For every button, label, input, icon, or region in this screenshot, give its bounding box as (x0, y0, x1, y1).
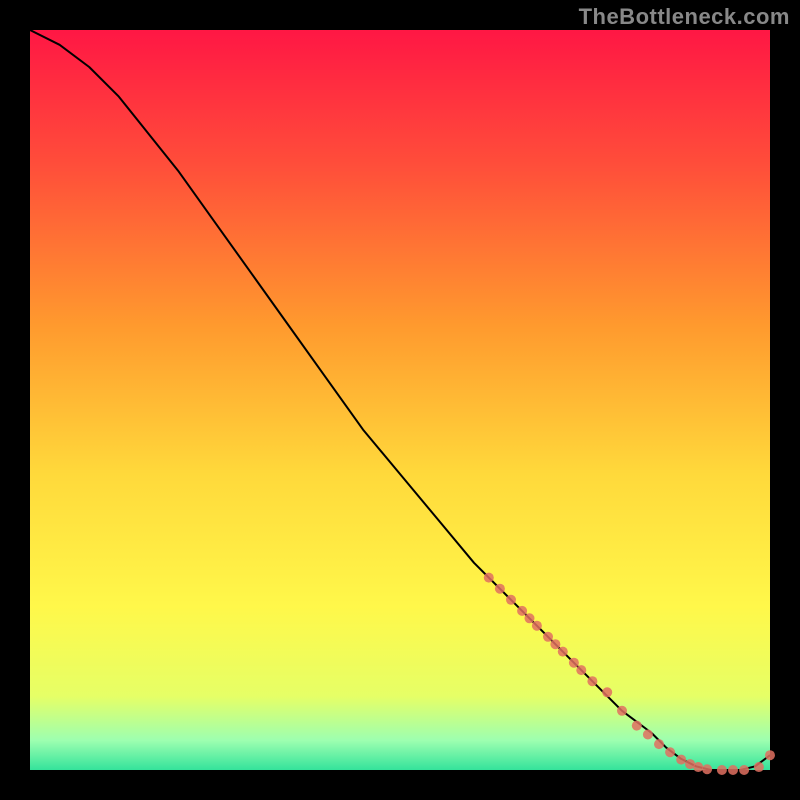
scatter-point (543, 632, 553, 642)
scatter-point (569, 658, 579, 668)
scatter-point (550, 639, 560, 649)
scatter-point (576, 665, 586, 675)
scatter-point (602, 687, 612, 697)
watermark-text: TheBottleneck.com (579, 4, 790, 30)
scatter-point (525, 613, 535, 623)
scatter-point (739, 765, 749, 775)
plot-background (30, 30, 770, 770)
scatter-point (532, 621, 542, 631)
chart-stage: TheBottleneck.com (0, 0, 800, 800)
scatter-point (728, 765, 738, 775)
scatter-point (754, 762, 764, 772)
scatter-point (484, 573, 494, 583)
scatter-point (765, 750, 775, 760)
scatter-point (693, 762, 703, 772)
scatter-point (587, 676, 597, 686)
scatter-point (702, 764, 712, 774)
scatter-point (495, 584, 505, 594)
scatter-point (632, 721, 642, 731)
scatter-point (558, 647, 568, 657)
bottleneck-chart (0, 0, 800, 800)
scatter-point (643, 729, 653, 739)
scatter-point (506, 595, 516, 605)
scatter-point (665, 747, 675, 757)
scatter-point (517, 606, 527, 616)
scatter-point (654, 739, 664, 749)
scatter-point (717, 765, 727, 775)
scatter-point (617, 706, 627, 716)
scatter-point (676, 755, 686, 765)
